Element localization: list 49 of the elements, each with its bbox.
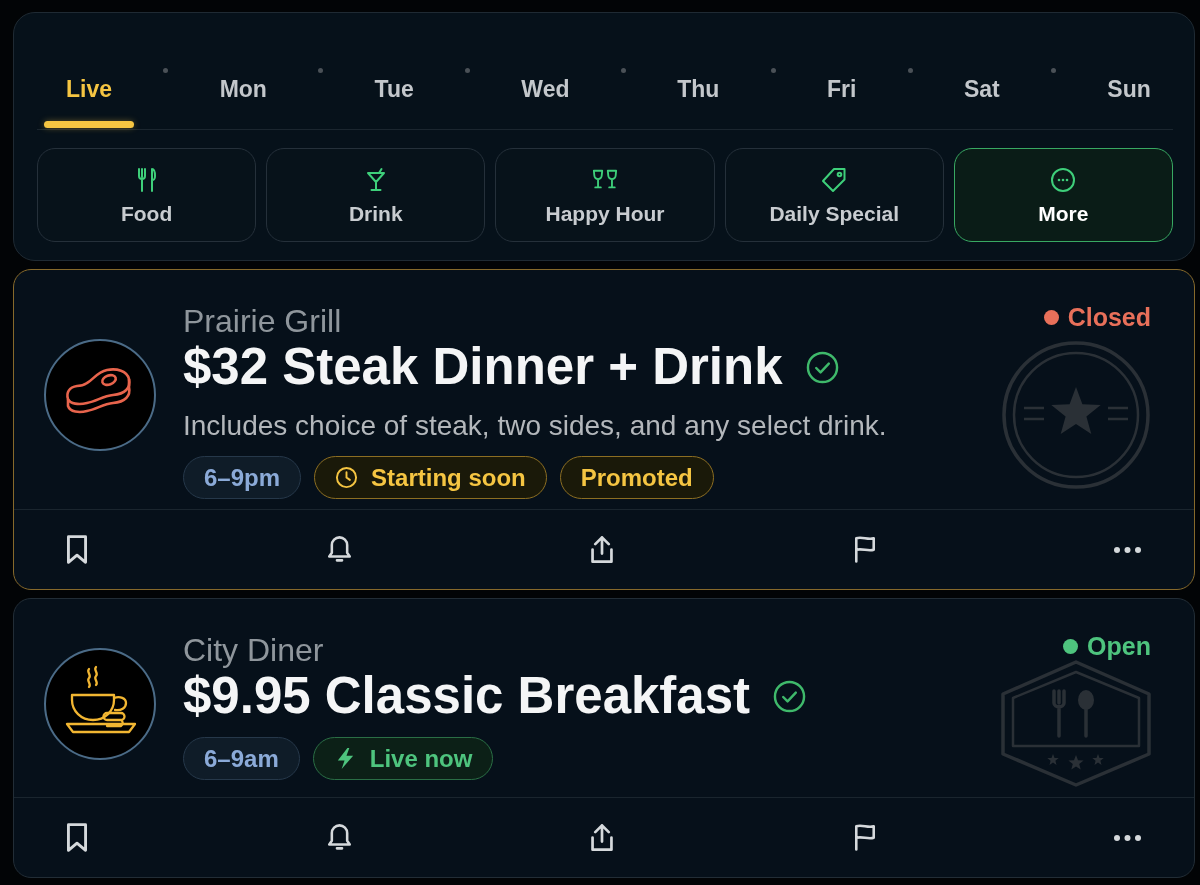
- share-icon: [591, 536, 613, 563]
- flag-icon: [854, 536, 875, 563]
- hours-tag: 6–9am: [183, 737, 300, 780]
- category-button[interactable]: More: [953, 148, 1173, 242]
- more-icon: [1113, 834, 1141, 841]
- status-text: Closed: [1067, 303, 1151, 331]
- coffee-cup-icon: [44, 647, 156, 760]
- separator-dot-icon: [620, 68, 626, 73]
- share-icon: [591, 824, 613, 851]
- clock-icon: [335, 466, 359, 489]
- tag-text: Live now: [369, 743, 473, 774]
- separator-dot-icon: [770, 68, 776, 73]
- day-tab[interactable]: Thu: [655, 48, 742, 129]
- deal-title: $9.95 Classic Breakfast: [183, 668, 751, 724]
- category-button[interactable]: Food: [37, 148, 257, 242]
- tag-icon: [821, 167, 848, 193]
- category-button[interactable]: Drink: [266, 148, 486, 242]
- day-tab[interactable]: Sun: [1085, 48, 1173, 129]
- day-tab[interactable]: Fri: [804, 48, 879, 129]
- promoted-tag: Promoted: [559, 456, 714, 499]
- day-tab[interactable]: Live: [44, 48, 135, 129]
- separator-dot-icon: [1051, 68, 1057, 73]
- status-text: Open: [1087, 632, 1151, 660]
- bell-icon: [328, 536, 351, 563]
- separator-dot-icon: [163, 68, 169, 73]
- flag-icon: [854, 824, 875, 851]
- day-tab[interactable]: Tue: [352, 48, 436, 129]
- fork-spoon-hexagon-icon: [1001, 660, 1151, 787]
- deal-description: Includes choice of steak, two sides, and any select drink.: [183, 409, 888, 443]
- separator-dot-icon: [907, 68, 913, 73]
- star-seal-icon: [1001, 340, 1151, 490]
- steak-icon: [44, 339, 156, 451]
- tag-text: Starting soon: [371, 462, 526, 493]
- category-button[interactable]: Happy Hour: [495, 148, 715, 242]
- day-tab[interactable]: Mon: [197, 48, 289, 129]
- day-tab[interactable]: Wed: [499, 48, 592, 129]
- separator-dot-icon: [318, 68, 324, 73]
- separator-dot-icon: [465, 68, 471, 73]
- deal-title: $32 Steak Dinner + Drink: [183, 339, 783, 395]
- bell-icon: [328, 824, 351, 851]
- day-tab[interactable]: Sat: [941, 48, 1022, 129]
- category-button[interactable]: Daily Special: [724, 148, 944, 242]
- hours-tag: 6–9pm: [183, 456, 302, 499]
- bookmark-icon: [67, 823, 87, 852]
- restaurant-name: City Diner: [183, 632, 325, 668]
- bookmark-icon: [67, 535, 87, 564]
- more-icon: [1113, 546, 1141, 553]
- restaurant-name: Prairie Grill: [183, 303, 343, 339]
- more-options-icon: [1050, 167, 1077, 193]
